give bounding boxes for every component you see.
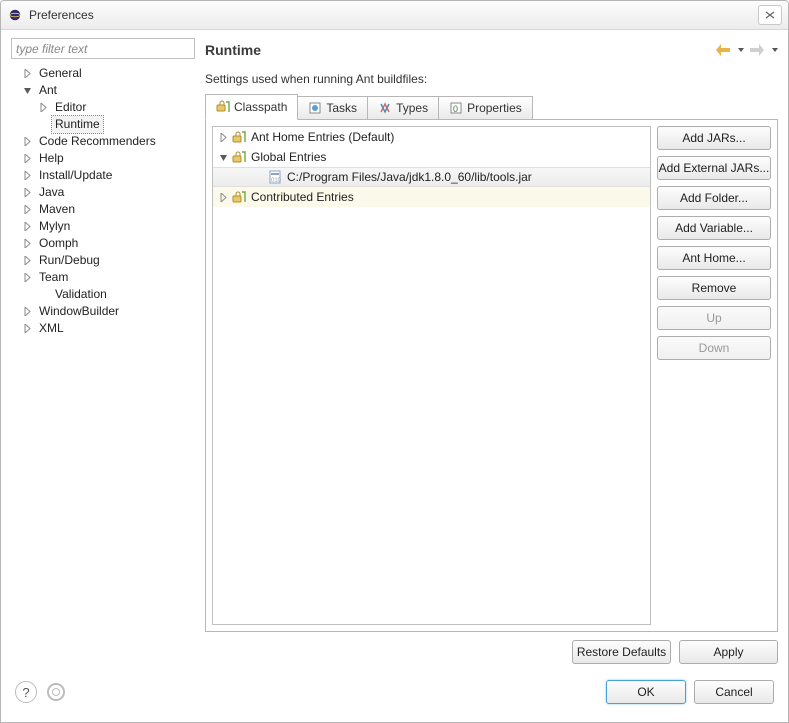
twisty-icon[interactable] (253, 171, 265, 183)
window-title: Preferences (29, 8, 94, 22)
eclipse-icon (7, 7, 23, 23)
svg-text:0: 0 (453, 104, 458, 114)
twisty-icon[interactable] (37, 289, 49, 301)
tree-item-install-update[interactable]: Install/Update (13, 167, 195, 184)
settings-description: Settings used when running Ant buildfile… (205, 72, 778, 86)
preferences-window: Preferences GeneralAntEditorRuntimeCode … (0, 0, 789, 723)
classpath-entry[interactable]: Ant Home Entries (Default) (213, 127, 650, 147)
forward-button[interactable] (750, 44, 764, 56)
add-external-jars-button[interactable]: Add External JARs... (657, 156, 771, 180)
restore-defaults-button[interactable]: Restore Defaults (572, 640, 671, 664)
twisty-icon[interactable] (21, 221, 33, 233)
tree-item-general[interactable]: General (13, 65, 195, 82)
tasks-icon (308, 101, 322, 115)
tree-item-java[interactable]: Java (13, 184, 195, 201)
tabs-row: Classpath Tasks Types 0 Properties (205, 94, 778, 120)
twisty-icon[interactable] (21, 323, 33, 335)
tab-tasks[interactable]: Tasks (297, 96, 368, 120)
back-button[interactable] (716, 44, 730, 56)
classpath-group-icon (231, 149, 247, 165)
left-pane: GeneralAntEditorRuntimeCode Recommenders… (11, 38, 195, 664)
twisty-icon[interactable] (21, 306, 33, 318)
twisty-icon[interactable] (21, 238, 33, 250)
up-button: Up (657, 306, 771, 330)
classpath-icon (216, 100, 230, 114)
tab-properties[interactable]: 0 Properties (438, 96, 533, 120)
remove-button[interactable]: Remove (657, 276, 771, 300)
tree-item-oomph[interactable]: Oomph (13, 235, 195, 252)
properties-icon: 0 (449, 101, 463, 115)
twisty-icon[interactable] (37, 119, 49, 131)
filter-input[interactable] (11, 38, 195, 59)
svg-text:010: 010 (271, 178, 282, 184)
tab-types[interactable]: Types (367, 96, 439, 120)
tree-item-windowbuilder[interactable]: WindowBuilder (13, 303, 195, 320)
tab-classpath[interactable]: Classpath (205, 94, 298, 120)
tab-label: Classpath (234, 100, 287, 114)
twisty-icon[interactable] (21, 136, 33, 148)
twisty-icon[interactable] (21, 255, 33, 267)
forward-menu-icon[interactable] (772, 48, 778, 52)
page-title: Runtime (205, 42, 261, 58)
add-variable-button[interactable]: Add Variable... (657, 216, 771, 240)
ant-home-button[interactable]: Ant Home... (657, 246, 771, 270)
side-button-bar: Add JARs... Add External JARs... Add Folde… (657, 126, 771, 625)
tree-item-validation[interactable]: Validation (13, 286, 195, 303)
tree-item-mylyn[interactable]: Mylyn (13, 218, 195, 235)
classpath-tab-panel: Ant Home Entries (Default)Global Entries… (205, 119, 778, 632)
tree-item-maven[interactable]: Maven (13, 201, 195, 218)
apply-button[interactable]: Apply (679, 640, 778, 664)
classpath-entry[interactable]: Global Entries (213, 147, 650, 167)
twisty-icon[interactable] (21, 68, 33, 80)
classpath-entry-label: C:/Program Files/Java/jdk1.8.0_60/lib/to… (287, 167, 532, 187)
history-nav (716, 44, 778, 56)
twisty-icon[interactable] (21, 85, 33, 97)
classpath-entry[interactable]: 010 C:/Program Files/Java/jdk1.8.0_60/lib… (213, 167, 650, 187)
tab-label: Types (396, 101, 428, 115)
twisty-icon[interactable] (21, 153, 33, 165)
classpath-entry-label: Ant Home Entries (Default) (251, 127, 394, 147)
types-icon (378, 101, 392, 115)
twisty-icon[interactable] (217, 151, 229, 163)
tree-item-xml[interactable]: XML (13, 320, 195, 337)
tree-item-ant[interactable]: Ant (13, 82, 195, 99)
tree-item-code-recommenders[interactable]: Code Recommenders (13, 133, 195, 150)
tree-item-team[interactable]: Team (13, 269, 195, 286)
tab-label: Properties (467, 101, 522, 115)
close-button[interactable] (758, 5, 782, 25)
classpath-group-icon (231, 129, 247, 145)
twisty-icon[interactable] (21, 170, 33, 182)
add-jars-button[interactable]: Add JARs... (657, 126, 771, 150)
twisty-icon[interactable] (21, 204, 33, 216)
twisty-icon[interactable] (21, 187, 33, 199)
tree-item-label: XML (35, 319, 68, 338)
classpath-entry-label: Global Entries (251, 147, 326, 167)
oomph-icon[interactable] (47, 683, 65, 701)
classpath-entry[interactable]: Contributed Entries (213, 187, 650, 207)
cancel-button[interactable]: Cancel (694, 680, 774, 704)
back-menu-icon[interactable] (738, 48, 744, 52)
classpath-entry-label: Contributed Entries (251, 187, 354, 207)
right-pane: Runtime Settings used when running Ant b… (205, 38, 778, 664)
twisty-icon[interactable] (37, 102, 49, 114)
tree-item-runtime[interactable]: Runtime (13, 116, 195, 133)
tree-item-run-debug[interactable]: Run/Debug (13, 252, 195, 269)
ok-button[interactable]: OK (606, 680, 686, 704)
classpath-group-icon (231, 189, 247, 205)
titlebar: Preferences (1, 1, 788, 30)
twisty-icon[interactable] (217, 131, 229, 143)
add-folder-button[interactable]: Add Folder... (657, 186, 771, 210)
tab-label: Tasks (326, 101, 357, 115)
tree-item-editor[interactable]: Editor (13, 99, 195, 116)
twisty-icon[interactable] (21, 272, 33, 284)
preferences-tree[interactable]: GeneralAntEditorRuntimeCode Recommenders… (11, 65, 195, 664)
twisty-icon[interactable] (217, 191, 229, 203)
classpath-tree[interactable]: Ant Home Entries (Default)Global Entries… (212, 126, 651, 625)
down-button: Down (657, 336, 771, 360)
tree-item-help[interactable]: Help (13, 150, 195, 167)
dialog-footer: ? OK Cancel (1, 672, 788, 722)
jar-icon: 010 (267, 169, 283, 185)
help-icon[interactable]: ? (15, 681, 37, 703)
